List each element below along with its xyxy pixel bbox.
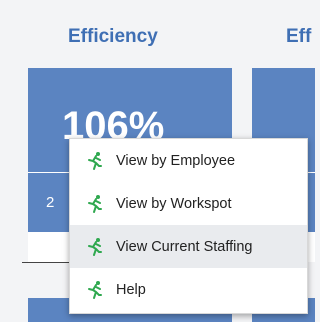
column-title-efficiency-partial: Eff (286, 26, 312, 47)
running-person-icon (80, 237, 110, 257)
dashboard-panel: Efficiency Eff 106% 2 View by Employee V… (0, 0, 315, 322)
running-person-icon (80, 280, 110, 300)
running-person-icon (80, 151, 110, 171)
menu-item-label: Help (116, 281, 146, 298)
column-title-efficiency: Efficiency (68, 26, 158, 47)
efficiency-sub-value: 2 (46, 194, 55, 211)
menu-item-view-by-employee[interactable]: View by Employee (70, 139, 307, 182)
menu-item-label: View Current Staffing (116, 238, 253, 255)
menu-item-view-by-workspot[interactable]: View by Workspot (70, 182, 307, 225)
menu-item-label: View by Workspot (116, 195, 232, 212)
menu-item-help[interactable]: Help (70, 268, 307, 311)
menu-item-view-current-staffing[interactable]: View Current Staffing (70, 225, 307, 268)
running-person-icon (80, 194, 110, 214)
menu-item-label: View by Employee (116, 152, 236, 169)
context-menu: View by Employee View by Workspot View C… (69, 138, 308, 314)
